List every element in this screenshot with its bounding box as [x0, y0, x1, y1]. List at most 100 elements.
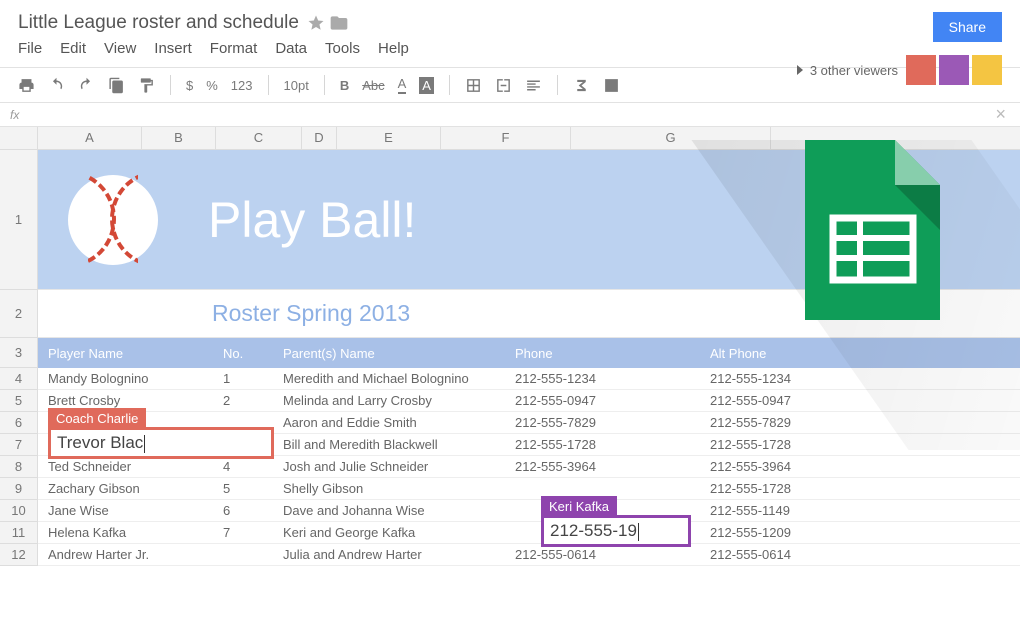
menu-file[interactable]: File	[18, 40, 42, 57]
cell[interactable]: Bill and Meredith Blackwell	[273, 437, 505, 452]
align-icon[interactable]	[525, 77, 542, 94]
cell[interactable]: Zachary Gibson	[38, 481, 213, 496]
chart-icon[interactable]	[603, 77, 620, 94]
strikethrough-button[interactable]: Abc	[362, 78, 384, 93]
cell[interactable]: 212-555-0614	[505, 547, 700, 562]
cell[interactable]: Mandy Bolognino	[38, 371, 213, 386]
cell[interactable]: Meredith and Michael Bolognino	[273, 371, 505, 386]
clipboard-icon[interactable]	[108, 77, 125, 94]
document-title[interactable]: Little League roster and schedule	[18, 12, 299, 34]
menu-format[interactable]: Format	[210, 40, 258, 57]
bold-button[interactable]: B	[340, 78, 349, 93]
cell[interactable]: Helena Kafka	[38, 525, 213, 540]
cell[interactable]: 212-555-1234	[505, 371, 700, 386]
table-row[interactable]: Helena Kafka7Keri and George Kafka 212-55…	[38, 522, 1020, 544]
row-header[interactable]: 12	[0, 544, 38, 566]
cell[interactable]: Shelly Gibson	[273, 481, 505, 496]
cell[interactable]: Andrew Harter Jr.	[38, 547, 213, 562]
undo-icon[interactable]	[48, 77, 65, 94]
cell[interactable]: Ted Schneider	[38, 459, 213, 474]
row-header[interactable]: 1	[0, 150, 38, 290]
cell[interactable]: 4	[213, 459, 273, 474]
table-row[interactable]: Mandy Bolognino1Meredith and Michael Bol…	[38, 368, 1020, 390]
cell[interactable]: Keri and George Kafka	[273, 525, 505, 540]
merge-cells-icon[interactable]	[495, 77, 512, 94]
table-row[interactable]: Jane Wise6Dave and Johanna Wise 212-555-1…	[38, 500, 1020, 522]
row-header[interactable]: 9	[0, 478, 38, 500]
table-row[interactable]: Andrew Harter Jr. Julia and Andrew Harter…	[38, 544, 1020, 566]
viewer-swatch[interactable]	[906, 55, 936, 85]
borders-icon[interactable]	[465, 77, 482, 94]
viewer-swatch[interactable]	[939, 55, 969, 85]
cell[interactable]: 212-555-1728	[700, 437, 860, 452]
currency-format[interactable]: $	[186, 78, 193, 93]
cell[interactable]: Brett Crosby	[38, 393, 213, 408]
collaborator-edit-keri[interactable]: Keri Kafka 212-555-19	[541, 515, 691, 547]
print-icon[interactable]	[18, 77, 35, 94]
paint-format-icon[interactable]	[138, 77, 155, 94]
cell[interactable]: 212-555-0614	[700, 547, 860, 562]
cell[interactable]: 212-555-1234	[700, 371, 860, 386]
column-header[interactable]: D	[302, 127, 337, 149]
folder-icon[interactable]	[329, 13, 349, 33]
cell[interactable]: 212-555-0947	[505, 393, 700, 408]
table-row[interactable]: Brett Crosby2Melinda and Larry Crosby212…	[38, 390, 1020, 412]
menu-data[interactable]: Data	[275, 40, 307, 57]
cell[interactable]: Melinda and Larry Crosby	[273, 393, 505, 408]
cell[interactable]: 1	[213, 371, 273, 386]
cell[interactable]: 6	[213, 503, 273, 518]
cell[interactable]: 2	[213, 393, 273, 408]
share-button[interactable]: Share	[933, 12, 1002, 42]
cell[interactable]: Jane Wise	[38, 503, 213, 518]
text-color-button[interactable]: A	[398, 76, 407, 94]
functions-icon[interactable]	[573, 77, 590, 94]
row-header[interactable]: 3	[0, 338, 38, 368]
menu-tools[interactable]: Tools	[325, 40, 360, 57]
cell[interactable]: Dave and Johanna Wise	[273, 503, 505, 518]
number-format[interactable]: 123	[231, 78, 253, 93]
cell[interactable]: 212-555-0947	[700, 393, 860, 408]
cell[interactable]: Julia and Andrew Harter	[273, 547, 505, 562]
row-header[interactable]: 2	[0, 290, 38, 338]
close-icon[interactable]: ×	[995, 104, 1006, 125]
column-header[interactable]: E	[337, 127, 441, 149]
row-header[interactable]: 4	[0, 368, 38, 390]
cell[interactable]: Aaron and Eddie Smith	[273, 415, 505, 430]
column-header[interactable]: F	[441, 127, 571, 149]
cell[interactable]: 212-555-7829	[700, 415, 860, 430]
collaborator-edit-charlie[interactable]: Coach Charlie Trevor Blac	[48, 427, 274, 459]
cell[interactable]: 212-555-1728	[505, 437, 700, 452]
cell[interactable]: 7	[213, 525, 273, 540]
table-row[interactable]: Zachary Gibson5Shelly Gibson 212-555-1728	[38, 478, 1020, 500]
cell[interactable]: 212-555-3964	[700, 459, 860, 474]
menu-view[interactable]: View	[104, 40, 136, 57]
percent-format[interactable]: %	[206, 78, 218, 93]
row-header[interactable]: 5	[0, 390, 38, 412]
redo-icon[interactable]	[78, 77, 95, 94]
viewer-swatch[interactable]	[972, 55, 1002, 85]
row-header[interactable]: 6	[0, 412, 38, 434]
menu-edit[interactable]: Edit	[60, 40, 86, 57]
column-header[interactable]: B	[142, 127, 216, 149]
row-header[interactable]: 11	[0, 522, 38, 544]
cell[interactable]: 212-555-1209	[700, 525, 860, 540]
cell[interactable]: Josh and Julie Schneider	[273, 459, 505, 474]
fill-color-button[interactable]: A	[419, 77, 434, 94]
row-header[interactable]: 10	[0, 500, 38, 522]
menu-insert[interactable]: Insert	[154, 40, 192, 57]
table-row[interactable]: Ted Schneider4Josh and Julie Schneider21…	[38, 456, 1020, 478]
row-header[interactable]: 7	[0, 434, 38, 456]
cell[interactable]: 5	[213, 481, 273, 496]
cell[interactable]: 212-555-3964	[505, 459, 700, 474]
cell[interactable]: 212-555-7829	[505, 415, 700, 430]
select-all-corner[interactable]	[0, 127, 38, 149]
menu-help[interactable]: Help	[378, 40, 409, 57]
row-header[interactable]: 8	[0, 456, 38, 478]
column-header[interactable]: C	[216, 127, 302, 149]
column-header[interactable]: G	[571, 127, 771, 149]
cell[interactable]: 212-555-1149	[700, 503, 860, 518]
column-header[interactable]: A	[38, 127, 142, 149]
cell[interactable]: 212-555-1728	[700, 481, 860, 496]
font-size[interactable]: 10pt	[284, 78, 309, 93]
star-icon[interactable]	[307, 14, 325, 32]
